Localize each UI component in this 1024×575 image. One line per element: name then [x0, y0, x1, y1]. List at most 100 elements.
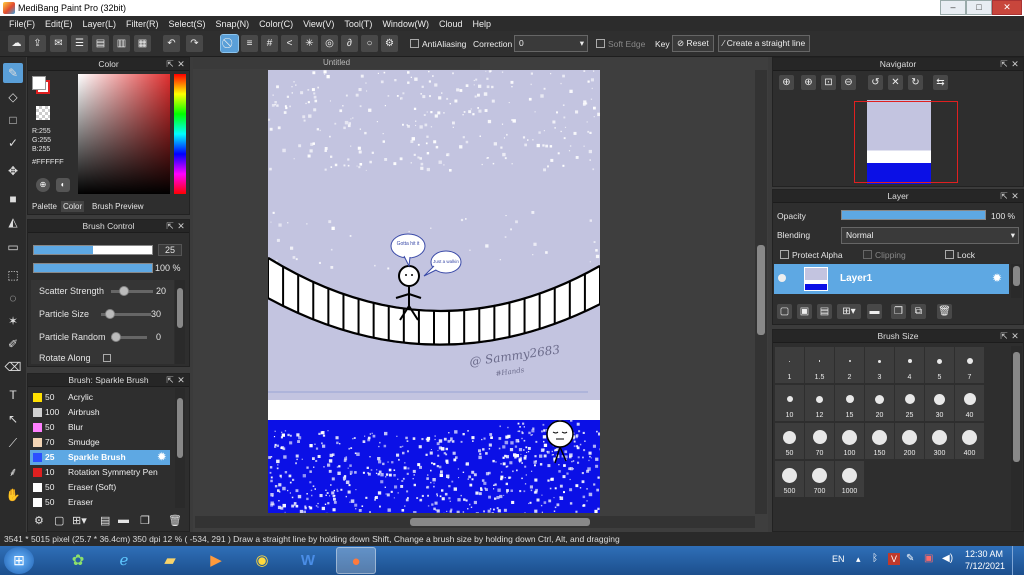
cloud-icon[interactable]: ☁: [8, 35, 25, 52]
delete-brush-icon[interactable]: 🗑: [168, 514, 182, 527]
share-icon[interactable]: ⇪: [29, 35, 46, 52]
tray-app-icon[interactable]: V: [888, 553, 900, 565]
close-icon[interactable]: ✕: [1010, 59, 1020, 69]
brush-size-option[interactable]: 1.5: [805, 347, 834, 383]
minimize-button[interactable]: –: [940, 0, 966, 15]
maximize-button[interactable]: □: [966, 0, 992, 15]
duplicate-layer-icon[interactable]: ❐: [891, 304, 906, 319]
redo-button[interactable]: ↷: [186, 35, 203, 52]
correction-select[interactable]: 0 ▾: [514, 35, 588, 52]
network-icon[interactable]: ▣: [924, 553, 933, 564]
scroll-thumb[interactable]: [1013, 352, 1020, 462]
menu-edit[interactable]: Edit(E): [40, 19, 78, 29]
pages-icon[interactable]: ▥: [113, 35, 130, 52]
page-icon[interactable]: ▤: [92, 35, 109, 52]
clock-time[interactable]: 12:30 AM: [965, 549, 1003, 559]
saturation-value-picker[interactable]: [78, 74, 170, 194]
new-brush-icon[interactable]: ▢: [54, 514, 64, 527]
menu-cloud[interactable]: Cloud: [434, 19, 468, 29]
zoom-in-icon[interactable]: ⊕: [779, 75, 794, 90]
word-icon[interactable]: W: [288, 547, 328, 574]
lock-checkbox[interactable]: [945, 250, 954, 259]
layer-folder-icon[interactable]: ▬: [867, 304, 882, 319]
hand-tool-icon[interactable]: ✋: [3, 485, 23, 505]
undock-icon[interactable]: ⇱: [999, 59, 1009, 69]
rotate-left-icon[interactable]: ↺: [868, 75, 883, 90]
menu-view[interactable]: View(V): [298, 19, 339, 29]
select-pen-icon[interactable]: ✐: [3, 334, 23, 354]
menu-layer[interactable]: Layer(L): [78, 19, 122, 29]
menu-tool[interactable]: Tool(T): [339, 19, 377, 29]
chat-icon[interactable]: ☰: [71, 35, 88, 52]
medibang-taskbar-icon[interactable]: ●: [336, 547, 376, 574]
rotate-along-checkbox[interactable]: [103, 354, 111, 362]
protect-alpha-checkbox[interactable]: [780, 250, 789, 259]
brush-folder-icon[interactable]: ▬: [118, 514, 129, 526]
brush-list-item[interactable]: 50 Eraser (Soft): [30, 480, 170, 495]
layer-opacity-slider[interactable]: [841, 210, 986, 220]
menu-color[interactable]: Color(C): [254, 19, 298, 29]
lasso-tool-icon[interactable]: ◌: [3, 288, 23, 308]
close-icon[interactable]: ✕: [1010, 331, 1020, 341]
snap-concentric-icon[interactable]: ◎: [321, 35, 338, 52]
color-wheel-icon[interactable]: ⊕: [36, 178, 50, 192]
brush-size-option[interactable]: 1000: [835, 461, 864, 497]
file-explorer-icon[interactable]: ▰: [150, 547, 190, 574]
menu-help[interactable]: Help: [467, 19, 496, 29]
internet-explorer-icon[interactable]: ℯ: [104, 547, 144, 574]
brush-tool-icon[interactable]: ✎: [3, 63, 23, 83]
taskbar-app-icon[interactable]: ✿: [58, 547, 98, 574]
brush-size-option[interactable]: 400: [955, 423, 984, 459]
snap-grid-icon[interactable]: #: [261, 35, 278, 52]
brush-params-scrollbar[interactable]: [175, 280, 185, 364]
rectangle-tool-icon[interactable]: □: [3, 110, 23, 130]
brush-list-scrollbar[interactable]: [175, 388, 185, 508]
clipping-checkbox[interactable]: [863, 250, 872, 259]
scroll-thumb[interactable]: [410, 518, 590, 526]
visibility-icon[interactable]: [778, 274, 786, 282]
chrome-icon[interactable]: ◉: [242, 547, 282, 574]
gradient-tool-icon[interactable]: ▭: [3, 237, 23, 257]
brush-size-option[interactable]: 10: [775, 385, 804, 421]
layer-row[interactable]: Layer1 ✹: [774, 264, 1009, 294]
brush-size-option[interactable]: 4: [895, 347, 924, 383]
soft-edge-checkbox[interactable]: [596, 39, 605, 48]
brush-size-option[interactable]: 200: [895, 423, 924, 459]
fill-rect-tool-icon[interactable]: ■: [3, 189, 23, 209]
start-button[interactable]: ⊞: [4, 547, 34, 574]
rotate-right-icon[interactable]: ↻: [908, 75, 923, 90]
fit-icon[interactable]: ⊡: [821, 75, 836, 90]
hue-slider[interactable]: [174, 74, 186, 194]
select-eraser-icon[interactable]: ⌫: [3, 357, 23, 377]
close-icon[interactable]: ✕: [176, 375, 186, 385]
brush-size-option[interactable]: 150: [865, 423, 894, 459]
undock-icon[interactable]: ⇱: [999, 191, 1009, 201]
brush-size-option[interactable]: 25: [895, 385, 924, 421]
scatter-track[interactable]: [111, 290, 153, 293]
brush-settings-icon[interactable]: ✹: [158, 450, 166, 465]
brush-opacity-slider[interactable]: [33, 263, 153, 273]
clock-date[interactable]: 7/12/2021: [965, 561, 1005, 571]
menu-snap[interactable]: Snap(N): [211, 19, 255, 29]
zoom-out-icon[interactable]: ⊖: [841, 75, 856, 90]
new-halftone-layer-icon[interactable]: ▣: [797, 304, 812, 319]
magic-wand-icon[interactable]: ✶: [3, 311, 23, 331]
tray-paint-icon[interactable]: ✎: [906, 553, 914, 564]
blending-select[interactable]: Normal ▾: [841, 227, 1019, 244]
undock-icon[interactable]: ⇱: [165, 375, 175, 385]
operation-tool-icon[interactable]: ↖: [3, 409, 23, 429]
close-icon[interactable]: ✕: [176, 221, 186, 231]
merge-layer-icon[interactable]: ⧉: [911, 304, 926, 319]
tab-palette[interactable]: Palette: [30, 201, 59, 212]
canvas-horizontal-scrollbar[interactable]: [195, 516, 755, 528]
layer-list-scrollbar[interactable]: [1011, 264, 1022, 298]
brush-size-option[interactable]: 500: [775, 461, 804, 497]
close-button[interactable]: ✕: [992, 0, 1022, 15]
close-icon[interactable]: ✕: [176, 59, 186, 69]
menu-window[interactable]: Window(W): [377, 19, 434, 29]
scroll-thumb[interactable]: [757, 245, 765, 335]
create-straight-line-button[interactable]: ⁄ Create a straight line: [718, 35, 811, 52]
undock-icon[interactable]: ⇱: [165, 221, 175, 231]
zoom-in-2-icon[interactable]: ⊕: [801, 75, 816, 90]
transparent-swatch[interactable]: [36, 106, 50, 120]
